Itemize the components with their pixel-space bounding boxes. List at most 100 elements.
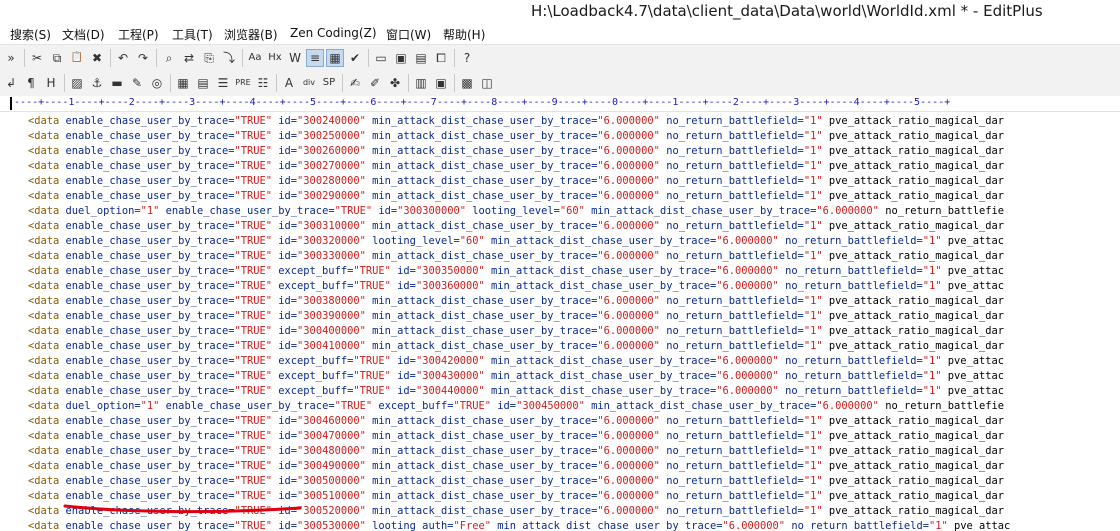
code-line[interactable]: <data enable_chase_user_by_trace="TRUE" … [28,264,1010,279]
xml-value: "TRUE" [234,460,272,472]
code-line[interactable]: <data enable_chase_user_by_trace="TRUE" … [28,279,1010,294]
toolbar-left-edge-icon[interactable]: » [2,49,20,67]
list-icon[interactable]: ☷ [254,74,272,92]
menu-item-1[interactable]: 文档(D) [62,26,105,43]
menu-item-5[interactable]: Zen Coding(Z) [290,26,377,40]
form-icon[interactable]: ▤ [194,74,212,92]
image-icon[interactable]: ▨ [68,74,86,92]
xml-attribute: enable_chase_user_by_trace= [65,475,235,487]
copy-icon[interactable]: ⧉ [48,49,66,67]
preview-icon[interactable]: ▤ [412,49,430,67]
code-line[interactable]: <data enable_chase_user_by_trace="TRUE" … [28,414,1010,429]
code-line[interactable]: <data enable_chase_user_by_trace="TRUE" … [28,174,1010,189]
code-line[interactable]: <data enable_chase_user_by_trace="TRUE" … [28,219,1010,234]
code-line[interactable]: <data enable_chase_user_by_trace="TRUE" … [28,294,1010,309]
code-text: pve_attack_ratio_magical_dar [822,250,1005,262]
xml-attribute: min_attack_dist_chase_user_by_trace= [497,520,723,531]
code-line[interactable]: <data enable_chase_user_by_trace="TRUE" … [28,504,1010,519]
ruler-scale: ----+----1----+----2----+----3----+----4… [14,97,951,108]
code-line[interactable]: <data duel_option="1" enable_chase_user_… [28,399,1010,414]
menu-item-2[interactable]: 工程(P) [118,26,159,43]
hr-icon[interactable]: ▬ [108,74,126,92]
color-icon[interactable]: ◎ [148,74,166,92]
code-line[interactable]: <data enable_chase_user_by_trace="TRUE" … [28,339,1010,354]
heading-icon[interactable]: H [42,74,60,92]
window-icon[interactable]: ⧠ [432,49,450,67]
table-icon[interactable]: ▦ [174,74,192,92]
br-icon[interactable]: ↲ [2,74,20,92]
code-line[interactable]: <data enable_chase_user_by_trace="TRUE" … [28,519,1010,531]
xml-attribute: enable_chase_user_by_trace= [65,160,235,172]
font-icon[interactable]: Aa [246,49,264,67]
xml-attribute: enable_chase_user_by_trace= [65,265,235,277]
code-line[interactable]: <data enable_chase_user_by_trace="TRUE" … [28,114,1010,129]
find-icon[interactable]: ⌕ [160,49,178,67]
editor-view-icon[interactable]: ▣ [392,49,410,67]
code-line[interactable]: <data enable_chase_user_by_trace="TRUE" … [28,429,1010,444]
code-line[interactable]: <data enable_chase_user_by_trace="TRUE" … [28,144,1010,159]
ruler-cursor-marker [10,97,12,110]
xml-value: "6.000000" [597,175,660,187]
xml-attribute: min_attack_dist_chase_user_by_trace= [591,400,817,412]
hex-icon[interactable]: Hx [266,49,284,67]
code-line[interactable]: <data enable_chase_user_by_trace="TRUE" … [28,459,1010,474]
span-icon[interactable]: SP [320,74,338,92]
xml-value: "300500000" [297,475,366,487]
code-line[interactable]: <data enable_chase_user_by_trace="TRUE" … [28,474,1010,489]
code-line[interactable]: <data enable_chase_user_by_trace="TRUE" … [28,309,1010,324]
cut-icon[interactable]: ✂ [28,49,46,67]
code-line[interactable]: <data enable_chase_user_by_trace="TRUE" … [28,129,1010,144]
code-line[interactable]: <data enable_chase_user_by_trace="TRUE" … [28,189,1010,204]
menu-item-7[interactable]: 帮助(H) [443,26,485,43]
code-line[interactable]: <data enable_chase_user_by_trace="TRUE" … [28,384,1010,399]
browser-view-icon[interactable]: ▭ [372,49,390,67]
div-icon[interactable]: div [300,74,318,92]
code-editor[interactable]: <data enable_chase_user_by_trace="TRUE" … [0,112,1120,531]
frame-icon[interactable]: ▣ [432,74,450,92]
pre-icon[interactable]: PRE [234,74,252,92]
menu-item-3[interactable]: 工具(T) [172,26,213,43]
xml-attribute: id= [278,115,298,127]
layout-icon[interactable]: ▥ [412,74,430,92]
menu-item-0[interactable]: 搜索(S) [10,26,51,43]
redo-icon[interactable]: ↷ [134,49,152,67]
script-icon[interactable]: ✍ [346,74,364,92]
code-line[interactable]: <data enable_chase_user_by_trace="TRUE" … [28,369,1010,384]
snippet-icon[interactable]: ✤ [386,74,404,92]
column-select-icon[interactable]: ▦ [326,49,344,67]
code-text: pve_attack_ratio_magical_dar [822,325,1005,337]
font-tag-icon[interactable]: A [280,74,298,92]
spellcheck-icon[interactable]: ✔ [346,49,364,67]
menu-item-4[interactable]: 浏览器(B) [224,26,278,43]
code-area[interactable]: <data enable_chase_user_by_trace="TRUE" … [28,114,1010,531]
xml-value: "300380000" [297,295,366,307]
xml-value: "300280000" [297,175,366,187]
code-line[interactable]: <data enable_chase_user_by_trace="TRUE" … [28,324,1010,339]
help-icon[interactable]: ? [458,49,476,67]
paragraph-icon[interactable]: ¶ [22,74,40,92]
xml-value: "300480000" [297,445,366,457]
edit-tag-icon[interactable]: ✎ [128,74,146,92]
anchor-icon[interactable]: ⚓ [88,74,106,92]
menu-item-6[interactable]: 窗口(W) [386,26,431,43]
code-line[interactable]: <data enable_chase_user_by_trace="TRUE" … [28,249,1010,264]
code-line[interactable]: <data enable_chase_user_by_trace="TRUE" … [28,234,1010,249]
xml-value: "TRUE" [234,220,272,232]
code-line[interactable]: <data enable_chase_user_by_trace="TRUE" … [28,489,1010,504]
undo-icon[interactable]: ↶ [114,49,132,67]
replace-icon[interactable]: ⇄ [180,49,198,67]
code-line[interactable]: <data enable_chase_user_by_trace="TRUE" … [28,354,1010,369]
code-line[interactable]: <data enable_chase_user_by_trace="TRUE" … [28,159,1010,174]
panel-icon[interactable]: ◫ [478,74,496,92]
goto-icon[interactable]: ⤵ [220,49,238,67]
style-icon[interactable]: ✐ [366,74,384,92]
delete-icon[interactable]: ✖ [88,49,106,67]
code-line[interactable]: <data duel_option="1" enable_chase_user_… [28,204,1010,219]
code-line[interactable]: <data enable_chase_user_by_trace="TRUE" … [28,444,1010,459]
line-number-icon[interactable]: ≡ [306,49,324,67]
find-in-files-icon[interactable]: ⎘ [200,49,218,67]
color-picker-icon[interactable]: ▩ [458,74,476,92]
paste-icon[interactable]: 📋 [68,49,86,67]
word-wrap-icon[interactable]: W [286,49,304,67]
center-icon[interactable]: ☰ [214,74,232,92]
